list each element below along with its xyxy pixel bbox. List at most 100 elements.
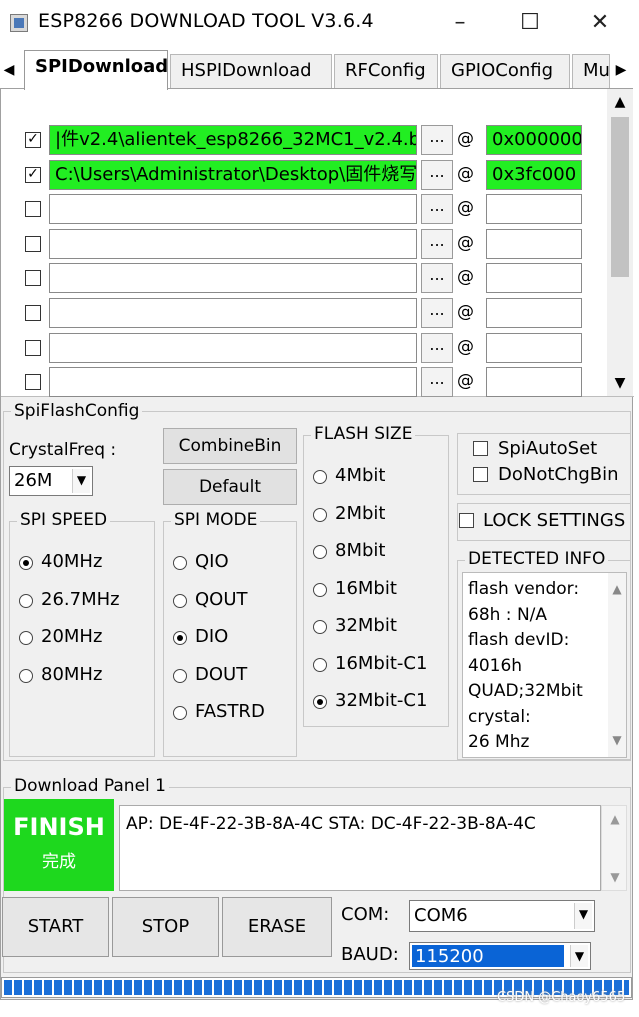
tab-rfconfig[interactable]: RFConfig: [334, 54, 438, 88]
start-button[interactable]: START: [2, 897, 109, 957]
detected-info-line: QUAD;32Mbit: [468, 681, 583, 701]
file-list: ▲ ▼ ✓ |件v2.4\alientek_esp8266_32MC1_v2.4.…: [1, 89, 634, 398]
scroll-down-icon[interactable]: ▼: [602, 870, 628, 884]
detected-info-text[interactable]: ▲ ▼ flash vendor: 68h : N/A flash devID: 40…: [462, 572, 627, 758]
spi-speed-option-label: 80MHz: [41, 663, 103, 685]
file-path-input[interactable]: [49, 298, 417, 328]
browse-button[interactable]: ...: [421, 367, 453, 398]
flash-size-radio[interactable]: [313, 470, 327, 484]
spi-speed-radio[interactable]: [19, 556, 33, 570]
tab-spidownload[interactable]: SPIDownload: [24, 50, 168, 90]
scroll-up-icon[interactable]: ▲: [602, 812, 628, 826]
browse-button[interactable]: ...: [421, 332, 453, 363]
spi-speed-radio[interactable]: [19, 593, 33, 608]
flash-size-radio[interactable]: [313, 695, 327, 709]
dropdown-arrow-icon[interactable]: ▼: [72, 469, 90, 493]
flash-address-input[interactable]: [486, 263, 582, 294]
flash-size-radio[interactable]: [313, 507, 327, 522]
spi-mode-option-label: QIO: [195, 551, 229, 572]
file-enable-checkbox[interactable]: [25, 235, 41, 252]
file-enable-checkbox[interactable]: [25, 270, 41, 287]
flash-address-input[interactable]: [486, 332, 582, 363]
browse-button[interactable]: ...: [421, 194, 453, 225]
spi-mode-option-label: FASTRD: [195, 701, 265, 722]
baud-rate-select[interactable]: 115200 ▼: [409, 942, 591, 970]
spi-speed-radio[interactable]: [19, 668, 33, 683]
spi-mode-radio[interactable]: [173, 706, 187, 720]
file-enable-checkbox[interactable]: ✓: [25, 132, 41, 148]
spi-auto-set-checkbox[interactable]: [473, 441, 488, 456]
spi-mode-radio[interactable]: [173, 556, 187, 570]
flash-size-radio[interactable]: [313, 582, 327, 597]
scroll-up-icon[interactable]: ▲: [608, 577, 626, 603]
browse-button[interactable]: ...: [421, 298, 453, 328]
window-title: ESP8266 DOWNLOAD TOOL V3.6.4: [38, 10, 374, 32]
file-path-input[interactable]: [49, 332, 417, 363]
spi-speed-option-label: 20MHz: [41, 626, 103, 647]
com-port-select[interactable]: COM6 ▼: [409, 900, 595, 932]
file-enable-checkbox[interactable]: [25, 201, 41, 218]
default-button[interactable]: Default: [163, 469, 297, 505]
scroll-down-icon[interactable]: ▼: [608, 728, 626, 754]
tab-gpioconfig[interactable]: GPIOConfig: [440, 54, 570, 88]
flash-address-input[interactable]: [486, 194, 582, 225]
spi-speed-radio[interactable]: [19, 631, 33, 645]
file-path-input[interactable]: [49, 263, 417, 294]
flash-size-radio[interactable]: [313, 545, 327, 559]
file-row: ✓ C:\Users\Administrator\Desktop\固件烧写... @…: [1, 159, 611, 190]
detected-info-scrollbar[interactable]: ▲ ▼: [608, 573, 626, 757]
at-symbol: @: [457, 371, 474, 392]
combine-bin-button[interactable]: CombineBin: [163, 428, 297, 464]
spi-download-panel: ▲ ▼ ✓ |件v2.4\alientek_esp8266_32MC1_v2.4.…: [0, 88, 634, 1000]
minimize-button[interactable]: –: [440, 8, 480, 38]
flash-address-input[interactable]: 0x3fc000: [486, 159, 582, 190]
tab-mu[interactable]: Mu: [572, 54, 610, 88]
at-symbol: @: [457, 232, 474, 253]
dropdown-arrow-icon[interactable]: ▼: [574, 903, 592, 929]
flash-size-radio[interactable]: [313, 620, 327, 634]
crystal-freq-select[interactable]: 26M ▼: [9, 466, 93, 496]
erase-button[interactable]: ERASE: [222, 897, 332, 957]
spi-mode-radio[interactable]: [173, 631, 187, 645]
file-path-input[interactable]: [49, 194, 417, 225]
browse-button[interactable]: ...: [421, 263, 453, 294]
log-output[interactable]: AP: DE-4F-22-3B-8A-4C STA: DC-4F-22-3B-8…: [119, 805, 601, 891]
browse-button[interactable]: ...: [421, 159, 453, 190]
detected-info-line: flash devID:: [468, 630, 570, 650]
flash-address-input[interactable]: [486, 367, 582, 398]
do-not-chg-bin-checkbox[interactable]: [473, 467, 488, 482]
spi-mode-radio[interactable]: [173, 668, 187, 683]
tab-scroll-left-icon[interactable]: ◀: [0, 58, 18, 82]
file-path-input[interactable]: [49, 228, 417, 259]
close-button[interactable]: ✕: [580, 8, 620, 38]
dropdown-arrow-icon[interactable]: ▼: [570, 945, 588, 967]
tab-scroll-right-icon[interactable]: ▶: [612, 58, 630, 82]
browse-button[interactable]: ...: [421, 125, 453, 155]
stop-button[interactable]: STOP: [112, 897, 219, 957]
browse-button[interactable]: ...: [421, 228, 453, 259]
flash-size-radio[interactable]: [313, 657, 327, 672]
file-enable-checkbox[interactable]: [25, 339, 41, 356]
flash-address-input[interactable]: 0x000000: [486, 125, 582, 155]
file-row: ✓ |件v2.4\alientek_esp8266_32MC1_v2.4.bin.…: [1, 125, 611, 155]
file-enable-checkbox[interactable]: [25, 374, 41, 391]
file-path-input[interactable]: [49, 367, 417, 398]
file-row: ... @: [1, 298, 611, 328]
scroll-up-icon[interactable]: ▲: [607, 91, 633, 113]
file-enable-checkbox[interactable]: ✓: [25, 166, 41, 183]
maximize-button[interactable]: ☐: [510, 8, 550, 38]
file-enable-checkbox[interactable]: [25, 305, 41, 321]
flash-address-input[interactable]: [486, 298, 582, 328]
lock-settings-checkbox[interactable]: [459, 513, 474, 528]
flash-address-input[interactable]: [486, 228, 582, 259]
file-path-input[interactable]: C:\Users\Administrator\Desktop\固件烧写: [49, 159, 417, 190]
spi-mode-radio[interactable]: [173, 593, 187, 608]
tab-hspidownload[interactable]: HSPIDownload: [170, 54, 332, 88]
scroll-thumb[interactable]: [611, 117, 629, 277]
do-not-chg-bin-label: DoNotChgBin: [498, 464, 619, 485]
detected-info-line: 4016h: [468, 655, 523, 676]
log-scrollbar[interactable]: ▲ ▼: [601, 805, 627, 891]
file-row: ... @: [1, 194, 611, 225]
file-path-input[interactable]: |件v2.4\alientek_esp8266_32MC1_v2.4.bin: [49, 125, 417, 155]
baud-rate-value: 115200: [412, 945, 564, 967]
